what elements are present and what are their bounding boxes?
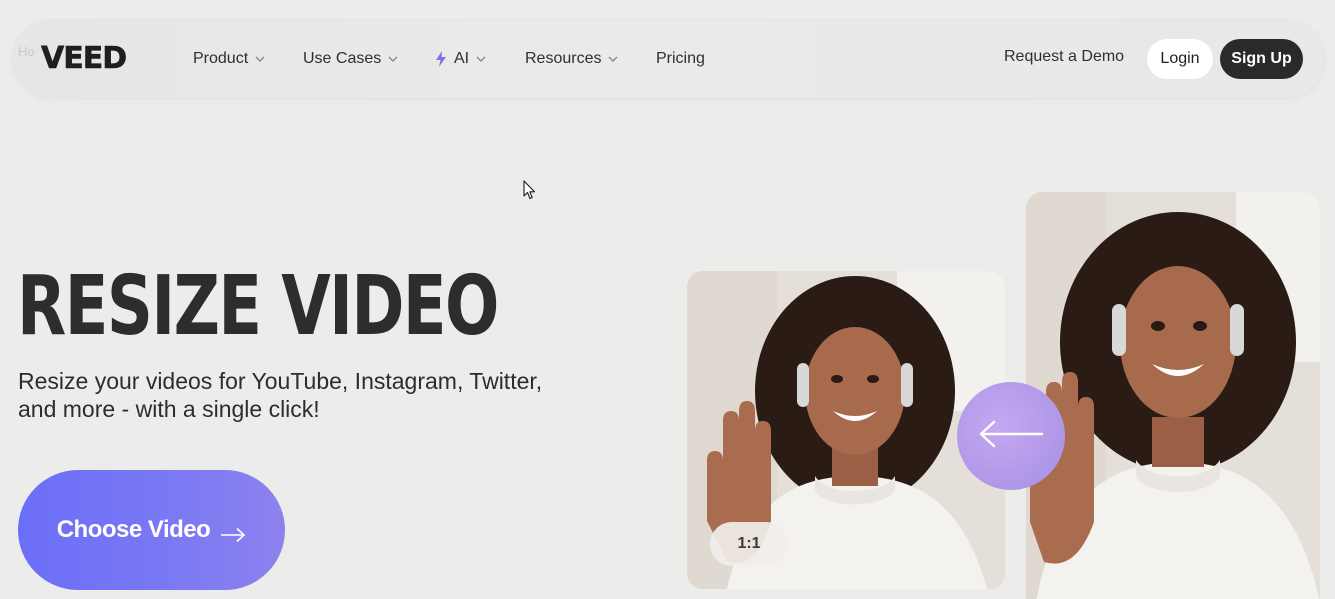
- nav-item-label: AI: [454, 50, 470, 67]
- resize-switch-button[interactable]: [957, 382, 1065, 490]
- hero-subtitle: Resize your videos for YouTube, Instagra…: [18, 368, 543, 422]
- arrow-right-icon: [220, 522, 246, 543]
- vertical-video-preview: [1026, 192, 1320, 599]
- sign-up-button[interactable]: Sign Up: [1220, 39, 1303, 79]
- mouse-cursor-icon: [523, 180, 537, 200]
- nav-item-use-cases[interactable]: Use Cases: [303, 48, 398, 70]
- nav-item-resources[interactable]: Resources: [525, 48, 618, 70]
- nav-item-label: Product: [193, 50, 249, 67]
- person-photo: [1026, 192, 1320, 599]
- chevron-down-icon: [388, 54, 398, 64]
- choose-video-label: Choose Video: [56, 516, 211, 543]
- nav-item-label: Resources: [525, 50, 602, 67]
- page: Ho VEED Product Use Cases AI Resources P…: [0, 0, 1335, 599]
- hero-title: RESIZE VIDEO: [17, 259, 499, 354]
- nav-item-pricing[interactable]: Pricing: [656, 48, 705, 70]
- request-demo-link[interactable]: Request a Demo: [1004, 48, 1124, 66]
- choose-video-button[interactable]: Choose Video: [18, 470, 285, 590]
- nav-item-label: Pricing: [656, 50, 705, 67]
- chevron-down-icon: [608, 54, 618, 64]
- nav-item-label: Use Cases: [303, 50, 382, 67]
- login-button[interactable]: Login: [1147, 39, 1213, 79]
- arrow-left-icon: [978, 419, 1044, 454]
- veed-logo[interactable]: VEED: [41, 41, 128, 76]
- chevron-down-icon: [255, 54, 265, 64]
- nav-item-ai[interactable]: AI: [435, 48, 486, 70]
- top-navbar: Ho VEED Product Use Cases AI Resources P…: [12, 20, 1325, 98]
- ghost-text: Ho: [18, 44, 35, 59]
- chevron-down-icon: [476, 54, 486, 64]
- nav-item-product[interactable]: Product: [193, 48, 265, 70]
- lightning-bolt-icon: [435, 51, 447, 67]
- aspect-ratio-badge: 1:1: [710, 522, 788, 566]
